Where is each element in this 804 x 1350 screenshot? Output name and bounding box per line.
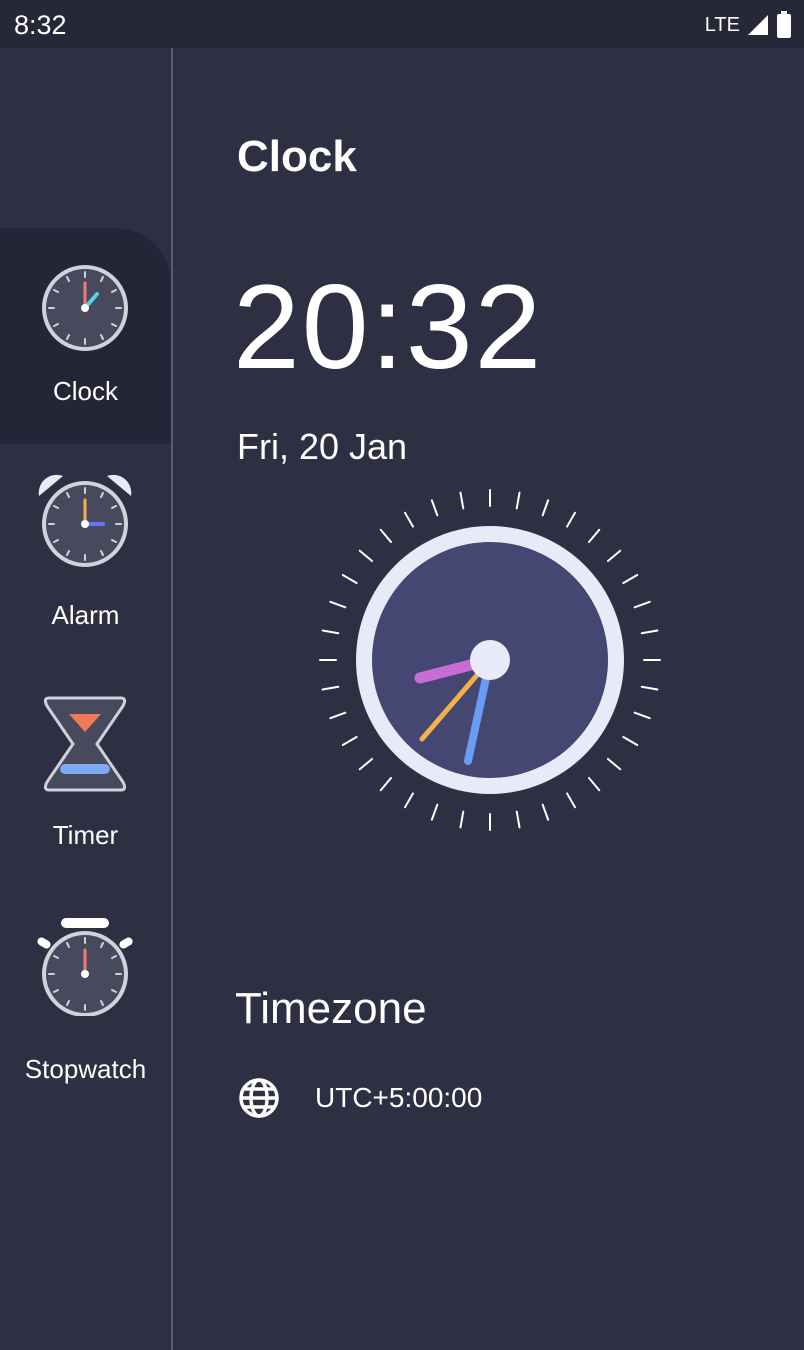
clock-tick xyxy=(633,600,651,609)
main-content: Clock 20:32 Fri, 20 Jan Timezone UTC+5:0… xyxy=(173,48,804,1350)
clock-tick xyxy=(622,574,639,584)
clock-tick xyxy=(606,549,622,563)
clock-tick xyxy=(515,810,521,829)
sidebar-item-clock[interactable]: Clock xyxy=(0,228,171,444)
clock-tick xyxy=(587,528,601,544)
status-time: 8:32 xyxy=(14,10,67,40)
clock-tick xyxy=(341,736,358,746)
clock-tick xyxy=(379,776,393,792)
clock-tick xyxy=(404,511,414,528)
clock-tick xyxy=(358,549,374,563)
clock-tick xyxy=(329,711,347,720)
clock-center xyxy=(470,640,510,680)
globe-icon xyxy=(239,1078,279,1118)
sidebar-item-label: Clock xyxy=(52,376,118,406)
sidebar-nav: Clock Alarm Timer Stopwatch xyxy=(0,48,173,1350)
clock-tick xyxy=(430,803,439,821)
network-type: LTE xyxy=(704,13,740,36)
analog-clock xyxy=(319,489,661,831)
sidebar-item-timer[interactable]: Timer xyxy=(0,674,171,890)
clock-tick xyxy=(606,757,622,771)
status-bar: 8:32 LTE xyxy=(0,0,804,48)
clock-tick xyxy=(566,511,576,528)
clock-tick xyxy=(566,792,576,809)
clock-tick xyxy=(587,776,601,792)
digital-time: 20:32 xyxy=(233,260,544,394)
date-text: Fri, 20 Jan xyxy=(237,426,408,467)
sidebar-item-stopwatch[interactable]: Stopwatch xyxy=(0,908,171,1124)
clock-icon xyxy=(42,265,128,351)
clock-tick xyxy=(321,685,340,691)
clock-tick xyxy=(622,736,639,746)
sidebar-item-alarm[interactable]: Alarm xyxy=(0,452,171,668)
clock-tick xyxy=(640,685,659,691)
timezone-value: UTC+5:00:00 xyxy=(315,1082,483,1113)
clock-tick xyxy=(321,629,340,635)
clock-tick xyxy=(430,499,439,517)
clock-tick xyxy=(341,574,358,584)
clock-tick xyxy=(640,629,659,635)
hourglass-icon xyxy=(43,696,127,792)
clock-tick xyxy=(515,491,521,510)
sidebar-item-label: Timer xyxy=(52,820,119,850)
clock-tick xyxy=(541,499,550,517)
signal-icon xyxy=(748,15,768,35)
clock-tick xyxy=(459,491,465,510)
clock-tick xyxy=(404,792,414,809)
sidebar-item-label: Stopwatch xyxy=(24,1054,147,1084)
clock-tick xyxy=(358,757,374,771)
clock-tick xyxy=(379,528,393,544)
stopwatch-icon xyxy=(37,918,133,1016)
clock-tick xyxy=(329,600,347,609)
timezone-title: Timezone xyxy=(235,984,427,1033)
alarm-icon xyxy=(38,474,132,567)
clock-tick xyxy=(541,803,550,821)
clock-tick xyxy=(633,711,651,720)
battery-icon xyxy=(777,11,791,38)
timezone-row: UTC+5:00:00 xyxy=(237,1076,482,1120)
clock-tick xyxy=(459,810,465,829)
page-title: Clock xyxy=(237,132,357,181)
sidebar-item-label: Alarm xyxy=(51,600,120,630)
status-icons: LTE xyxy=(705,11,792,39)
